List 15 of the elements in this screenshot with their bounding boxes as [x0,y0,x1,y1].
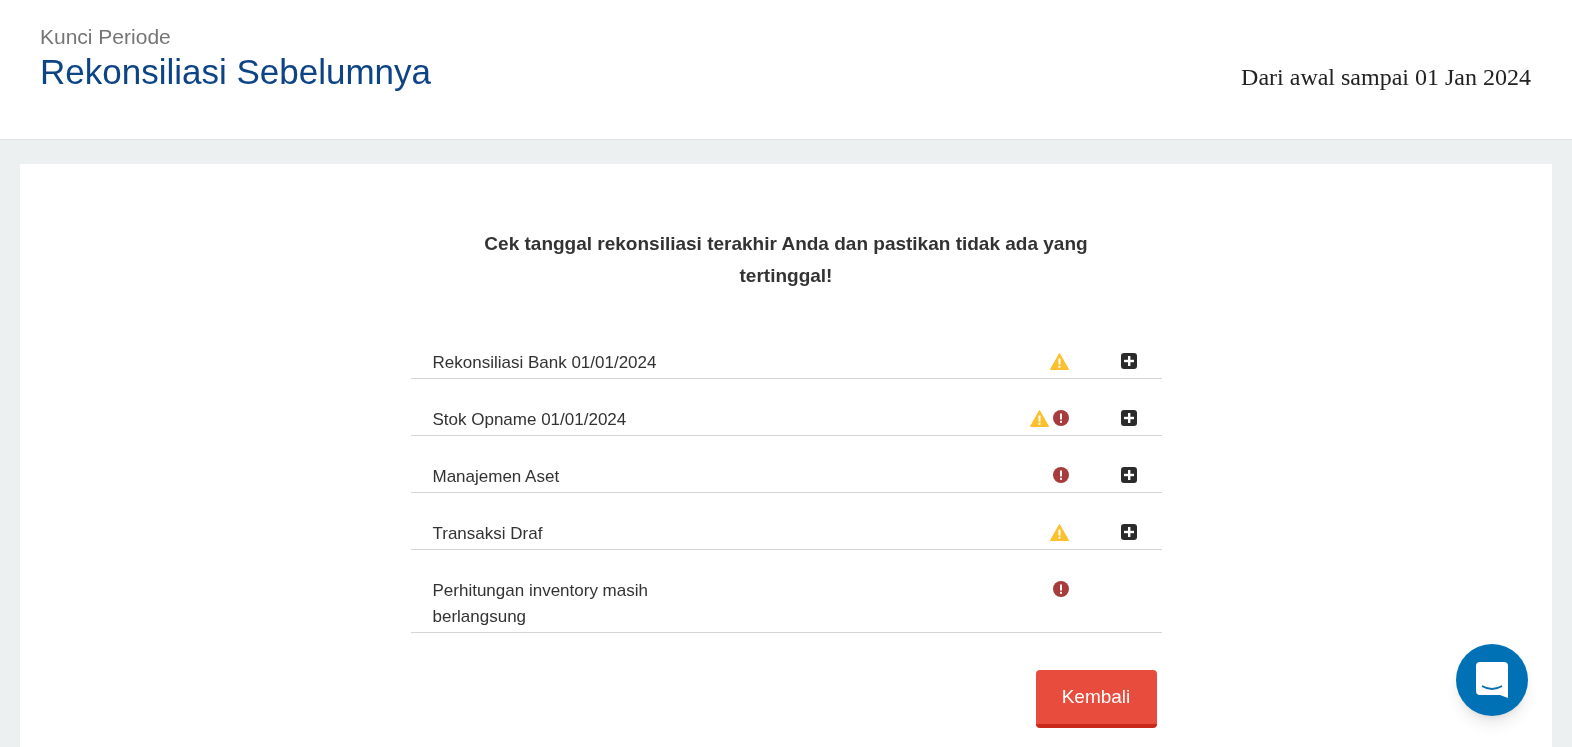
checklist-label: Perhitungan inventory masih berlangsung [432,580,649,628]
page-title: Rekonsiliasi Sebelumnya [40,51,432,94]
checklist-label: Manajemen Aset [432,466,561,488]
page-subtitle: Kunci Periode [40,24,172,50]
expand-icon[interactable] [1120,410,1137,426]
expand-icon[interactable] [1120,467,1137,483]
chat-icon [1476,662,1508,698]
expand-icon[interactable] [1120,524,1137,540]
checklist-label: Transaksi Draf [432,523,544,545]
instruction-text: Cek tanggal rekonsiliasi terakhir Anda dan pastikan tidak ada yang tertinggal! [483,232,1089,288]
checklist-label: Stok Opname 01/01/2024 [432,409,628,431]
expand-icon[interactable] [1120,353,1137,369]
back-button[interactable]: Kembali [1035,670,1157,728]
date-range: Dari awal sampai 01 Jan 2024 [1241,63,1531,92]
checklist-label: Rekonsiliasi Bank 01/01/2024 [432,352,658,374]
